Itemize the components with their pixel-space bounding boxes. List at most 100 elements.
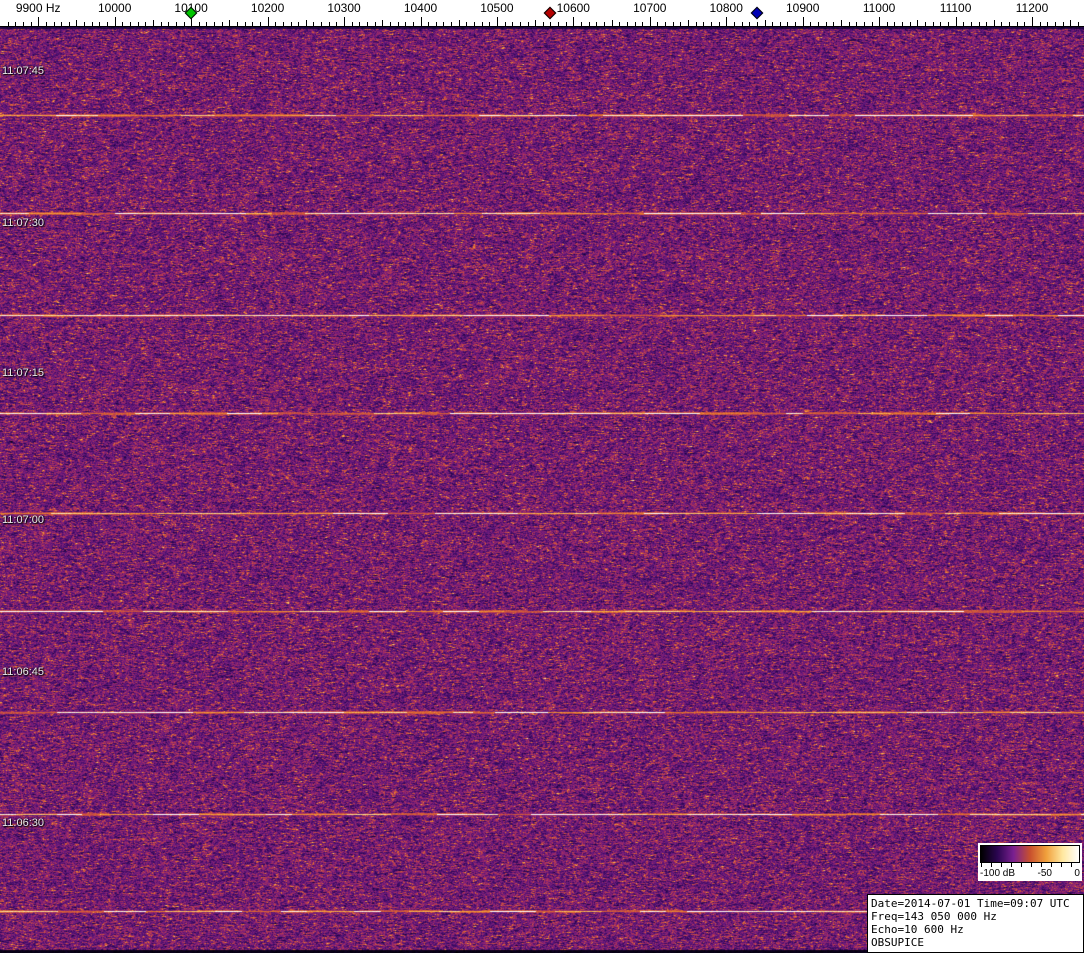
ruler-minor-tick <box>917 20 918 26</box>
info-date-time: Date=2014-07-01 Time=09:07 UTC <box>871 897 1080 910</box>
ruler-minor-tick <box>46 22 47 26</box>
ruler-minor-tick <box>703 22 704 26</box>
ruler-minor-tick <box>23 22 24 26</box>
ruler-minor-tick <box>780 22 781 26</box>
ruler-minor-tick <box>313 22 314 26</box>
ruler-minor-tick <box>474 22 475 26</box>
ruler-minor-tick <box>566 22 567 26</box>
color-scale-labels: -100 dB -50 0 <box>980 868 1080 879</box>
ruler-major-tick <box>803 17 804 26</box>
legend-max-label: 0 <box>1074 868 1080 879</box>
ruler-minor-tick <box>84 22 85 26</box>
ruler-minor-tick <box>466 22 467 26</box>
legend-min-label: -100 dB <box>980 868 1015 879</box>
ruler-minor-tick <box>1040 22 1041 26</box>
ruler-major-tick <box>573 17 574 26</box>
ruler-minor-tick <box>122 22 123 26</box>
ruler-minor-tick <box>665 22 666 26</box>
ruler-minor-tick <box>512 22 513 26</box>
ruler-minor-tick <box>482 22 483 26</box>
ruler-minor-tick <box>558 22 559 26</box>
ruler-minor-tick <box>245 22 246 26</box>
ruler-major-tick <box>38 17 39 26</box>
ruler-minor-tick <box>61 22 62 26</box>
ruler-minor-tick <box>772 22 773 26</box>
ruler-minor-tick <box>260 22 261 26</box>
ruler-minor-tick <box>826 22 827 26</box>
freq-tick-label: 10500 <box>480 1 513 15</box>
ruler-minor-tick <box>1001 22 1002 26</box>
ruler-minor-tick <box>489 22 490 26</box>
spectrogram-waterfall[interactable] <box>0 27 1084 953</box>
color-scale-ticks <box>981 863 1079 867</box>
ruler-minor-tick <box>711 22 712 26</box>
ruler-minor-tick <box>306 20 307 26</box>
ruler-minor-tick <box>528 22 529 26</box>
ruler-minor-tick <box>382 20 383 26</box>
ruler-minor-tick <box>872 22 873 26</box>
ruler-minor-tick <box>99 22 100 26</box>
ruler-minor-tick <box>1063 22 1064 26</box>
ruler-minor-tick <box>161 22 162 26</box>
ruler-minor-tick <box>787 22 788 26</box>
ruler-minor-tick <box>76 20 77 26</box>
ruler-minor-tick <box>206 22 207 26</box>
ruler-minor-tick <box>742 22 743 26</box>
freq-tick-label: 11100 <box>940 1 972 15</box>
ruler-minor-tick <box>894 22 895 26</box>
ruler-minor-tick <box>596 22 597 26</box>
ruler-major-tick <box>421 17 422 26</box>
ruler-major-tick <box>1032 17 1033 26</box>
freq-tick-label: 9900 Hz <box>16 1 61 15</box>
ruler-major-tick <box>115 17 116 26</box>
frequency-ruler[interactable]: 9900 Hz100001010010200103001040010500106… <box>0 0 1084 27</box>
ruler-minor-tick <box>1070 20 1071 26</box>
ruler-minor-tick <box>336 22 337 26</box>
ruler-minor-tick <box>765 20 766 26</box>
ruler-major-tick <box>268 17 269 26</box>
ruler-minor-tick <box>673 22 674 26</box>
ruler-minor-tick <box>298 22 299 26</box>
ruler-minor-tick <box>237 22 238 26</box>
ruler-minor-tick <box>31 22 32 26</box>
ruler-minor-tick <box>275 22 276 26</box>
ruler-minor-tick <box>520 22 521 26</box>
freq-tick-label: 11000 <box>863 1 895 15</box>
ruler-minor-tick <box>925 22 926 26</box>
ruler-minor-tick <box>719 22 720 26</box>
legend-mid-label: -50 <box>1038 868 1052 879</box>
ruler-minor-tick <box>635 22 636 26</box>
red-marker-icon[interactable] <box>544 7 557 20</box>
freq-tick-label: 10400 <box>404 1 437 15</box>
ruler-minor-tick <box>841 20 842 26</box>
ruler-major-tick <box>726 17 727 26</box>
ruler-minor-tick <box>604 22 605 26</box>
blue-marker-icon[interactable] <box>750 7 763 20</box>
ruler-minor-tick <box>933 22 934 26</box>
ruler-minor-tick <box>138 22 139 26</box>
ruler-major-tick <box>879 17 880 26</box>
ruler-minor-tick <box>145 22 146 26</box>
ruler-minor-tick <box>887 22 888 26</box>
ruler-major-tick <box>344 17 345 26</box>
ruler-minor-tick <box>688 20 689 26</box>
ruler-minor-tick <box>535 20 536 26</box>
color-scale-gradient <box>980 845 1080 863</box>
ruler-minor-tick <box>550 22 551 26</box>
info-frequency: Freq=143 050 000 Hz <box>871 910 1080 923</box>
ruler-minor-tick <box>619 22 620 26</box>
ruler-minor-tick <box>176 22 177 26</box>
color-scale-legend: -100 dB -50 0 <box>978 843 1082 881</box>
ruler-minor-tick <box>940 22 941 26</box>
ruler-minor-tick <box>153 20 154 26</box>
freq-tick-label: 10200 <box>251 1 284 15</box>
ruler-minor-tick <box>902 22 903 26</box>
ruler-minor-tick <box>979 22 980 26</box>
spectrogram-app: 9900 Hz100001010010200103001040010500106… <box>0 0 1084 953</box>
ruler-minor-tick <box>734 22 735 26</box>
ruler-minor-tick <box>214 22 215 26</box>
ruler-minor-tick <box>543 22 544 26</box>
ruler-minor-tick <box>428 22 429 26</box>
ruler-minor-tick <box>749 22 750 26</box>
ruler-minor-tick <box>8 22 9 26</box>
